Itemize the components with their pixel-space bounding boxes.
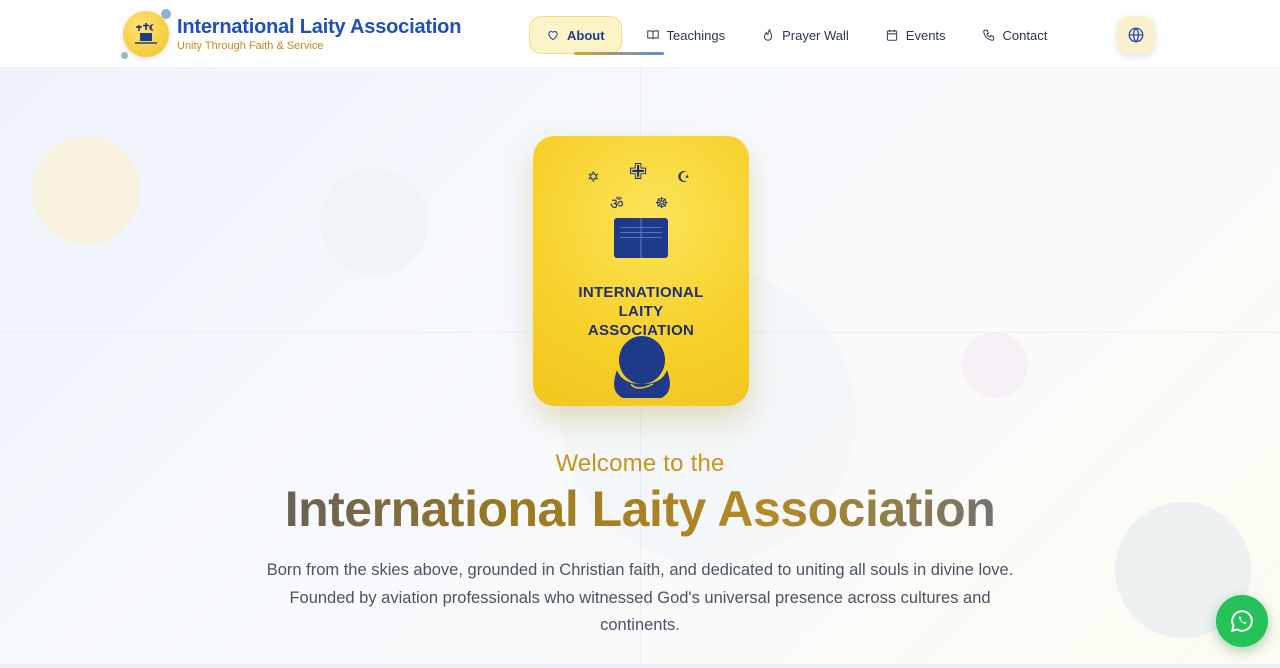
star-of-david-icon: ✡: [587, 168, 600, 186]
calendar-icon: [886, 29, 897, 41]
nav-label: Prayer Wall: [782, 27, 849, 43]
background-bubble: [962, 332, 1028, 398]
whatsapp-button[interactable]: [1216, 595, 1268, 647]
nav-item-prayer-wall[interactable]: Prayer Wall: [743, 16, 867, 54]
nav-label: Teachings: [666, 27, 726, 43]
dharma-wheel-icon: ☸: [655, 194, 669, 212]
globe-icon: [1128, 27, 1144, 43]
logo-emblem-icon: [135, 23, 157, 44]
phone-icon: [982, 29, 994, 41]
nav-label: Events: [905, 27, 946, 43]
brand-title: International Laity Association: [177, 16, 462, 38]
logo-decoration: [161, 9, 171, 19]
flame-icon: [764, 28, 773, 41]
nav-item-contact[interactable]: Contact: [964, 16, 1066, 54]
hero-welcome: Welcome to the: [555, 450, 725, 477]
nav-label: About: [567, 27, 605, 43]
brand-logo: [121, 9, 171, 59]
brand-subtitle: Unity Through Faith & Service: [177, 40, 324, 52]
card-title: INTERNATIONAL LAITY ASSOCIATION: [533, 283, 749, 340]
hero-section: ✡ ✙ ☪ ॐ ☸ INTERNATIONAL LAITY ASSOCIATIO…: [0, 68, 1280, 664]
om-icon: ॐ: [610, 195, 624, 213]
nav-item-events[interactable]: Events: [867, 16, 964, 54]
book-open-icon: [646, 30, 659, 40]
book-icon: [614, 218, 668, 258]
nav-item-teachings[interactable]: Teachings: [628, 16, 744, 54]
crescent-icon: ☪: [677, 168, 691, 186]
logo-decoration: [121, 52, 128, 59]
association-emblem-card: ✡ ✙ ☪ ॐ ☸ INTERNATIONAL LAITY ASSOCIATIO…: [533, 136, 749, 406]
whatsapp-icon: [1230, 610, 1253, 633]
hero-title: International Laity Association: [0, 480, 1280, 538]
background-bubble: [32, 136, 140, 244]
cross-icon: ✙: [629, 160, 648, 185]
praying-figure-icon: [614, 336, 670, 398]
card-title-line: INTERNATIONAL: [578, 284, 704, 301]
nav-label: Contact: [1002, 27, 1048, 43]
nav-item-about[interactable]: About: [529, 16, 664, 55]
card-title-line: LAITY: [618, 303, 664, 320]
page-divider: [0, 664, 1280, 668]
hero-description: Born from the skies above, grounded in C…: [266, 561, 1014, 634]
language-button[interactable]: [1117, 16, 1155, 54]
site-header: International Laity Association Unity Th…: [0, 0, 1280, 68]
brand-link[interactable]: International Laity Association Unity Th…: [121, 9, 462, 59]
main-nav: About Teachings Prayer Wall Events Conta…: [529, 16, 1066, 55]
heart-icon: [548, 31, 558, 41]
background-bubble: [320, 168, 428, 276]
